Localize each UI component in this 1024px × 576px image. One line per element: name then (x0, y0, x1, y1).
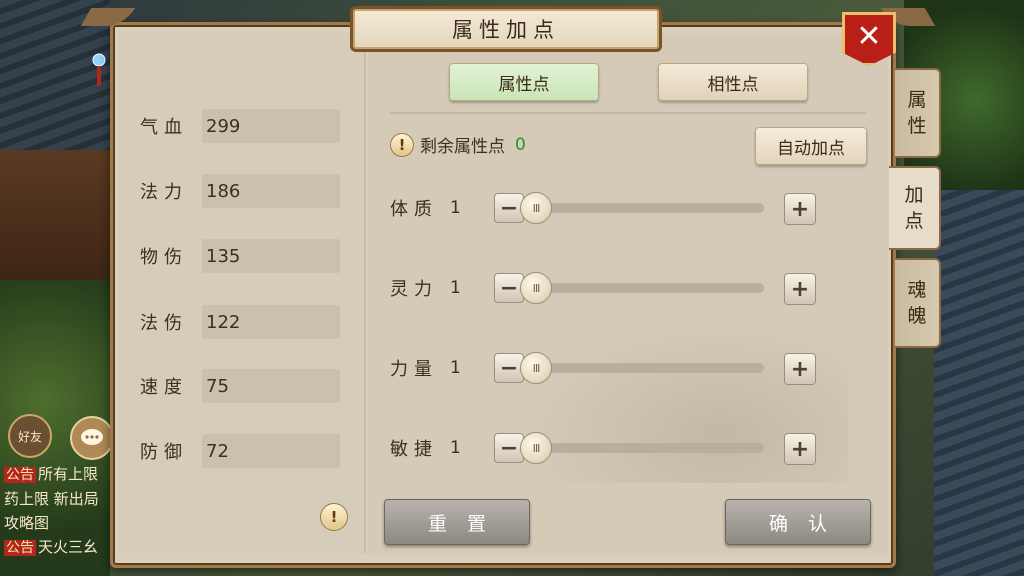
slider-knob[interactable]: III (520, 192, 552, 224)
stat-row-hp: 气血 299 (140, 109, 340, 143)
slider-track[interactable]: III (520, 432, 764, 464)
increase-button[interactable]: + (784, 353, 816, 385)
chat-text: 攻略图 (4, 514, 50, 532)
building-right (934, 190, 1024, 576)
stat-row-defense: 防御 72 (140, 434, 340, 468)
stat-value: 72 (202, 434, 340, 468)
stat-value: 135 (202, 239, 340, 273)
slider-value: 1 (450, 278, 461, 298)
chat-bubble-icon (81, 429, 103, 445)
slider-row-agility: 敏捷 1 − III (390, 430, 770, 466)
announcement-tag: 公告 (4, 540, 36, 556)
slider-knob[interactable]: III (520, 432, 552, 464)
panel-title-text: 属性加点 (452, 18, 560, 42)
slider-track[interactable]: III (520, 192, 764, 224)
increase-button[interactable]: + (784, 273, 816, 305)
stat-label: 防御 (140, 442, 188, 463)
chat-line: 攻略图 (4, 511, 110, 535)
stat-label: 法力 (140, 182, 188, 203)
slider-track[interactable]: III (520, 272, 764, 304)
side-tab-char: 加 (904, 184, 924, 206)
stat-row-mana: 法力 186 (140, 174, 340, 208)
slider-label: 力量 (390, 359, 438, 380)
remaining-points: ! 剩余属性点 0 (390, 132, 526, 157)
increase-button[interactable]: + (784, 433, 816, 465)
friends-label: 好友 (17, 429, 42, 444)
remaining-info-icon[interactable]: ! (390, 132, 414, 157)
chat-line: 公告 天火三幺 (4, 535, 110, 560)
side-tab-char: 点 (904, 210, 924, 232)
side-tab-char: 魂 (907, 279, 927, 301)
announcement-tag: 公告 (4, 467, 36, 483)
slider-track[interactable]: III (520, 352, 764, 384)
panel-title: 属性加点 (350, 6, 662, 52)
stat-label: 气血 (140, 117, 188, 138)
reset-button[interactable]: 重置 (384, 499, 530, 545)
stat-label: 物伤 (140, 247, 188, 268)
confirm-button[interactable]: 确认 (725, 499, 871, 545)
chat-line: 药上限 新出局 (4, 487, 110, 511)
chat-text: 天火三幺 (38, 538, 99, 556)
chat-line: 公告 所有上限 (4, 462, 110, 487)
side-tab-attributes[interactable]: 属 性 (895, 68, 941, 158)
chat-text: 药上限 新出局 (4, 490, 99, 508)
chat-text: 所有上限 (38, 465, 99, 483)
slider-value: 1 (450, 358, 461, 378)
stats-info-icon[interactable]: ! (320, 503, 348, 531)
stat-row-magic-dmg: 法伤 122 (140, 305, 340, 339)
slider-value: 1 (450, 198, 461, 218)
slider-row-spirit: 灵力 1 − III (390, 270, 770, 306)
friends-button[interactable]: 好友 (8, 414, 52, 458)
slider-knob[interactable]: III (520, 352, 552, 384)
stat-value: 75 (202, 369, 340, 403)
tab-phase-points[interactable]: 相性点 (658, 63, 808, 101)
stat-label: 速度 (140, 377, 188, 398)
chat-button[interactable] (70, 416, 114, 460)
close-icon: ✕ (856, 19, 882, 54)
slider-row-strength: 力量 1 − III (390, 350, 770, 386)
side-tab-char: 性 (907, 115, 927, 137)
tab-attribute-points[interactable]: 属性点 (449, 63, 599, 101)
divider (390, 112, 866, 114)
side-tab-add-points[interactable]: 加 点 (889, 166, 941, 250)
building-left (0, 150, 110, 290)
increase-button[interactable]: + (784, 193, 816, 225)
remaining-label: 剩余属性点 (420, 137, 505, 157)
pendant-icon (92, 53, 106, 86)
slider-value: 1 (450, 438, 461, 458)
stat-value: 122 (202, 305, 340, 339)
stat-row-phys-dmg: 物伤 135 (140, 239, 340, 273)
stat-row-speed: 速度 75 (140, 369, 340, 403)
stat-value: 299 (202, 109, 340, 143)
side-tab-soul[interactable]: 魂 魄 (895, 258, 941, 348)
slider-label: 体质 (390, 199, 438, 220)
slider-label: 敏捷 (390, 439, 438, 460)
stat-value: 186 (202, 174, 340, 208)
slider-row-constitution: 体质 1 − III (390, 190, 770, 226)
side-tab-char: 魄 (907, 305, 927, 327)
stat-label: 法伤 (140, 313, 188, 334)
auto-allocate-button[interactable]: 自动加点 (755, 127, 867, 165)
slider-label: 灵力 (390, 279, 438, 300)
chat-log[interactable]: 公告 所有上限 药上限 新出局 攻略图 公告 天火三幺 (4, 462, 110, 560)
slider-knob[interactable]: III (520, 272, 552, 304)
side-tab-char: 属 (907, 89, 927, 111)
remaining-value: 0 (515, 134, 526, 155)
